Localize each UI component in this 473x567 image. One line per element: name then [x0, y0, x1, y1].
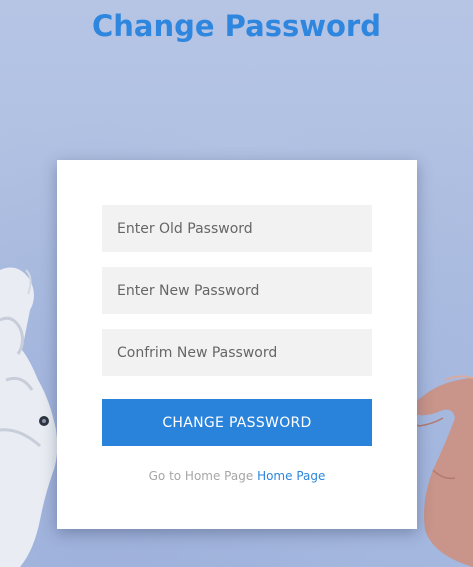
old-password-field[interactable]	[102, 205, 372, 252]
home-page-footer: Go to Home Page Home Page	[57, 469, 417, 483]
change-password-card: CHANGE PASSWORD Go to Home Page Home Pag…	[57, 160, 417, 529]
home-page-link[interactable]: Home Page	[257, 469, 325, 483]
new-password-field[interactable]	[102, 267, 372, 314]
page-title: Change Password	[91, 9, 381, 43]
confirm-password-field[interactable]	[102, 329, 372, 376]
footer-prefix-text: Go to Home Page	[148, 469, 254, 483]
change-password-button[interactable]: CHANGE PASSWORD	[102, 399, 372, 446]
